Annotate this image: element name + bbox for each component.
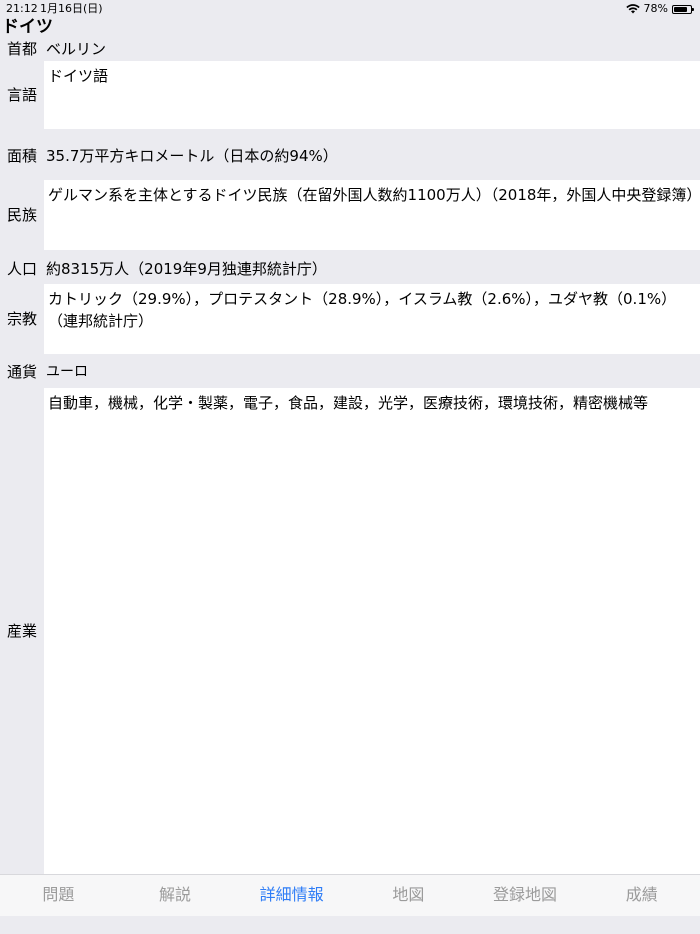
capital-label: 首都 xyxy=(6,40,37,58)
tab-map[interactable]: 地図 xyxy=(350,875,467,916)
battery-icon xyxy=(672,4,694,14)
tab-details[interactable]: 詳細情報 xyxy=(233,875,350,916)
currency-label: 通貨 xyxy=(6,363,37,381)
tab-saved-map[interactable]: 登録地図 xyxy=(467,875,584,916)
ethnicity-label: 民族 xyxy=(6,206,37,224)
currency-value: ユーロ xyxy=(46,364,88,380)
tab-bar: 問題 解説 詳細情報 地図 登録地図 成績 xyxy=(0,874,700,916)
battery-percent: 78% xyxy=(643,2,668,15)
religion-value: カトリック（29.9%），プロテスタント（28.9%），イスラム教（2.6%），… xyxy=(44,284,700,354)
wifi-icon xyxy=(625,4,640,14)
industry-value: 自動車，機械，化学・製薬，電子，食品，建設，光学，医療技術，環境技術，精密機械等 xyxy=(44,388,700,874)
tab-questions[interactable]: 問題 xyxy=(0,875,117,916)
home-indicator-area xyxy=(0,916,700,934)
status-indicators: 78% xyxy=(625,0,694,18)
area-label: 面積 xyxy=(6,147,37,165)
tab-explanation[interactable]: 解説 xyxy=(117,875,234,916)
population-label: 人口 xyxy=(6,260,37,278)
language-value: ドイツ語 xyxy=(44,61,700,129)
country-title: ドイツ xyxy=(2,17,53,37)
population-value: 約8315万人（2019年9月独連邦統計庁） xyxy=(46,260,327,278)
status-bar: 21:12 1月16日(日) 78% xyxy=(0,0,700,18)
tab-results[interactable]: 成績 xyxy=(583,875,700,916)
language-label: 言語 xyxy=(6,86,37,104)
area-value: 35.7万平方キロメートル（日本の約94%） xyxy=(46,147,338,165)
capital-value: ベルリン xyxy=(46,40,107,58)
industry-label: 産業 xyxy=(6,622,37,640)
religion-label: 宗教 xyxy=(6,310,37,328)
ethnicity-value: ゲルマン系を主体とするドイツ民族（在留外国人数約1100万人）（2018年，外国… xyxy=(44,180,700,250)
